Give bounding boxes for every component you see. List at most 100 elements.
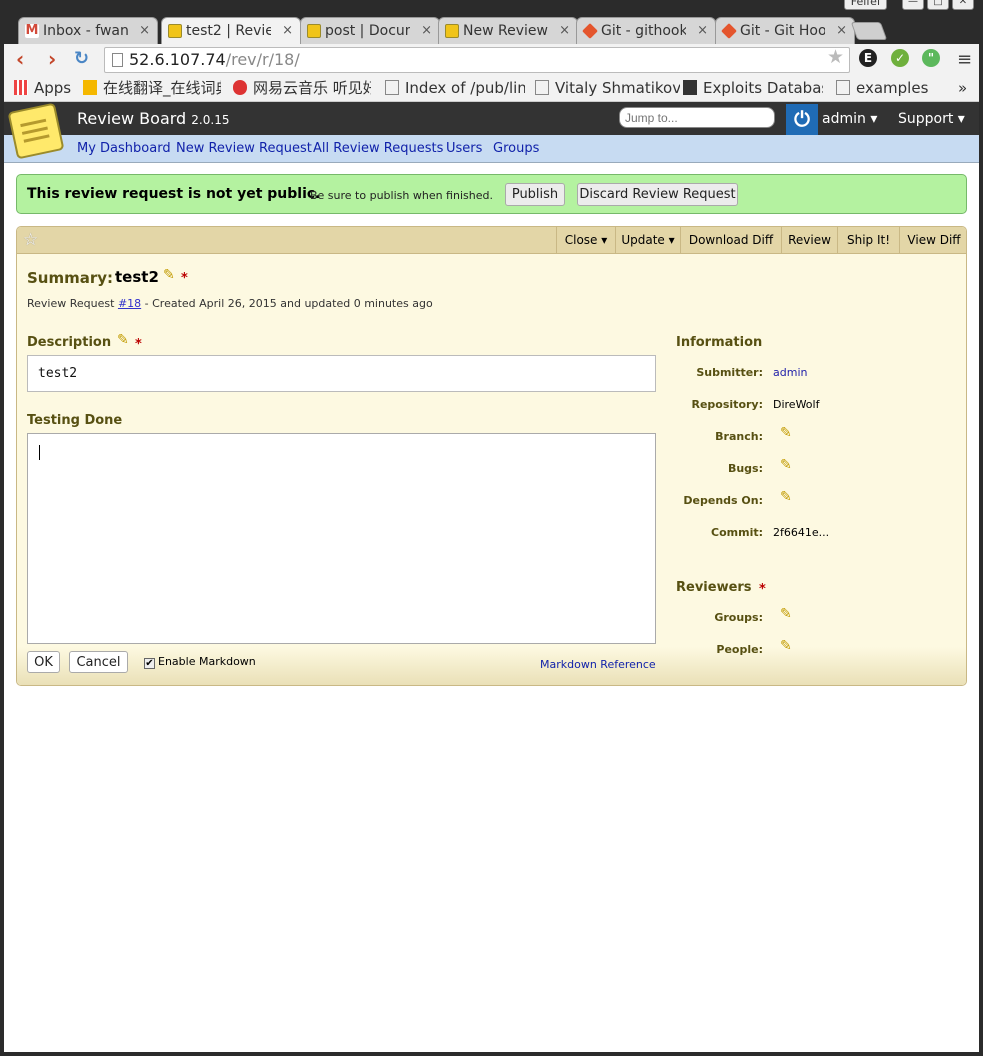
edit-summary-pencil-icon[interactable]: ✎: [163, 267, 175, 283]
edit-depends-on-pencil-icon[interactable]: ✎: [780, 489, 792, 505]
tab-git-githook[interactable]: Git - githook ×: [576, 17, 716, 44]
netease-music-icon: [233, 80, 247, 95]
edit-description-pencil-icon[interactable]: ✎: [117, 332, 129, 348]
nav-new-review-request[interactable]: New Review Request: [176, 141, 312, 156]
close-tab-icon[interactable]: ×: [421, 18, 432, 44]
submitter-label: Submitter:: [696, 366, 763, 379]
back-icon[interactable]: ‹: [16, 48, 24, 70]
rr-created-updated: - Created April 26, 2015 and updated 0 m…: [144, 297, 433, 310]
bookmark-label: examples: [856, 79, 929, 97]
close-tab-icon[interactable]: ×: [139, 18, 150, 44]
edit-groups-pencil-icon[interactable]: ✎: [780, 606, 792, 622]
view-diff-action[interactable]: View Diff: [899, 227, 966, 254]
required-marker: *: [181, 271, 188, 286]
tab-post[interactable]: post | Docum ×: [300, 17, 440, 44]
description-field[interactable]: test2: [27, 355, 656, 392]
star-icon[interactable]: ☆: [23, 230, 38, 250]
nav-all-review-requests[interactable]: All Review Requests: [313, 141, 443, 156]
address-bar[interactable]: 52.6.107.74/rev/r/18/: [104, 47, 850, 73]
review-request-meta: Review Request #18 - Created April 26, 2…: [27, 297, 433, 310]
bookmark-label: Apps: [34, 79, 72, 97]
update-action[interactable]: Update ▾: [615, 227, 680, 254]
summary-value[interactable]: test2: [115, 268, 159, 286]
bookmarks-more-icon[interactable]: »: [958, 79, 967, 97]
reviewboard-logo[interactable]: [7, 102, 65, 160]
enable-markdown-checkbox[interactable]: ✔ Enable Markdown: [144, 655, 256, 669]
close-action[interactable]: Close ▾: [556, 227, 615, 254]
enable-markdown-label: Enable Markdown: [158, 655, 256, 668]
nav-groups[interactable]: Groups: [493, 141, 539, 156]
review-action[interactable]: Review: [781, 227, 837, 254]
bookmark-exploits[interactable]: Exploits Databas: [683, 79, 823, 97]
edit-people-pencil-icon[interactable]: ✎: [780, 638, 792, 654]
tab-review-request[interactable]: test2 | Revie ×: [161, 17, 301, 44]
extension-check-icon[interactable]: ✓: [891, 49, 909, 67]
bookmark-star-icon[interactable]: ★: [827, 46, 844, 68]
power-icon[interactable]: ⏻: [786, 104, 818, 135]
app-title[interactable]: Review Board 2.0.15: [77, 109, 229, 128]
discard-review-request-button[interactable]: Discard Review Request: [577, 183, 738, 206]
bookmarks-bar: Apps 在线翻译_在线词典 网易云音乐 听见好 Index of /pub/l…: [4, 75, 979, 102]
support-menu[interactable]: Support ▾: [898, 111, 965, 127]
groups-label: Groups:: [714, 611, 763, 624]
bookmark-label: Vitaly Shmatikov: [555, 79, 680, 97]
markdown-reference-link[interactable]: Markdown Reference: [540, 658, 656, 671]
people-label: People:: [716, 643, 763, 656]
testing-done-editor[interactable]: [27, 433, 656, 644]
tab-inbox[interactable]: M Inbox - fwan ×: [18, 17, 158, 44]
nav-my-dashboard[interactable]: My Dashboard: [77, 141, 171, 156]
exploits-db-icon: [683, 80, 697, 95]
checkbox-checked-icon[interactable]: ✔: [144, 658, 155, 669]
page-icon: [385, 80, 399, 95]
review-request-id-link[interactable]: #18: [118, 297, 141, 310]
user-menu[interactable]: admin ▾: [822, 111, 877, 127]
ok-button[interactable]: OK: [27, 651, 60, 673]
tab-title: Inbox - fwan: [43, 23, 128, 39]
tab-git-hooks[interactable]: Git - Git Hoo ×: [715, 17, 855, 44]
close-window-icon[interactable]: ✕: [952, 0, 974, 10]
minimize-icon[interactable]: —: [902, 0, 924, 10]
tab-new-review[interactable]: New Review ×: [438, 17, 578, 44]
tab-title: Git - Git Hoo: [740, 23, 825, 39]
bookmark-translate[interactable]: 在线翻译_在线词典: [83, 79, 221, 97]
close-tab-icon[interactable]: ×: [697, 18, 708, 44]
extension-chat-icon[interactable]: ": [922, 49, 940, 67]
window-user-label: Feifei: [843, 0, 887, 10]
bookmark-netease-music[interactable]: 网易云音乐 听见好: [233, 79, 371, 97]
tab-title: New Review: [463, 23, 548, 39]
nav-users[interactable]: Users: [446, 141, 482, 156]
bookmark-apps[interactable]: Apps: [14, 79, 71, 97]
draft-banner: This review request is not yet public. B…: [16, 174, 967, 214]
new-tab-button[interactable]: [850, 22, 888, 40]
close-tab-icon[interactable]: ×: [282, 18, 293, 44]
app-version: 2.0.15: [191, 113, 230, 127]
tab-title: Git - githook: [601, 23, 686, 39]
download-diff-action[interactable]: Download Diff: [680, 227, 781, 254]
bookmark-vitaly[interactable]: Vitaly Shmatikov: [535, 79, 680, 97]
publish-button[interactable]: Publish: [505, 183, 565, 206]
ship-it-action[interactable]: Ship It!: [837, 227, 899, 254]
jump-to-input[interactable]: [619, 107, 775, 128]
page-icon: [535, 80, 549, 95]
extension-e-icon[interactable]: E: [859, 49, 877, 67]
edit-bugs-pencil-icon[interactable]: ✎: [780, 457, 792, 473]
menu-icon[interactable]: ≡: [957, 49, 972, 70]
reviewboard-icon: [307, 24, 321, 38]
cancel-button[interactable]: Cancel: [69, 651, 128, 673]
reload-icon[interactable]: ↻: [74, 48, 89, 70]
depends-on-label: Depends On:: [683, 494, 763, 507]
bookmark-index-pub[interactable]: Index of /pub/lin: [385, 79, 525, 97]
review-request-box: ☆ Close ▾ Update ▾ Download Diff Review …: [16, 226, 967, 686]
tab-title: test2 | Revie: [186, 23, 271, 39]
rr-prefix: Review Request: [27, 297, 115, 310]
translate-icon: [83, 80, 97, 95]
bookmark-examples[interactable]: examples: [836, 79, 928, 97]
forward-icon[interactable]: ›: [48, 48, 56, 70]
edit-branch-pencil-icon[interactable]: ✎: [780, 425, 792, 441]
tab-title: post | Docum: [325, 23, 410, 39]
git-icon: [721, 23, 737, 39]
close-tab-icon[interactable]: ×: [836, 18, 847, 44]
close-tab-icon[interactable]: ×: [559, 18, 570, 44]
submitter-value[interactable]: admin: [773, 366, 807, 379]
maximize-icon[interactable]: □: [927, 0, 949, 10]
